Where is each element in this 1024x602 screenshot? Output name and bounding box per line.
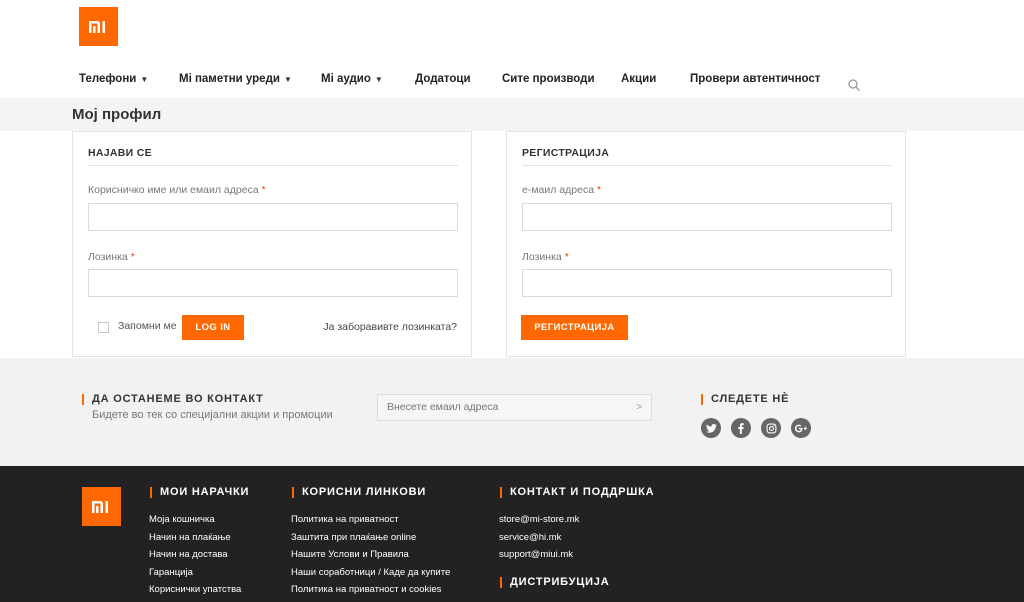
username-label-text: Корисничко име или емаил адреса bbox=[88, 184, 259, 196]
chevron-down-icon: ▼ bbox=[140, 74, 149, 84]
nav-item-label: Телефони bbox=[79, 73, 137, 85]
divider bbox=[522, 165, 892, 166]
newsletter-placeholder: Внесете емаил адреса bbox=[387, 401, 499, 413]
footer-link[interactable]: Заштита при плаќање online bbox=[291, 532, 416, 543]
footer-link[interactable]: Политика на приватност и cookies bbox=[291, 584, 441, 595]
mi-logo[interactable] bbox=[79, 7, 118, 46]
newsletter-subtitle: Бидете во тек со специјални акции и пром… bbox=[92, 409, 333, 421]
password-label: Лозинка * bbox=[88, 251, 135, 263]
facebook-glyph bbox=[738, 422, 744, 434]
nav-item-smart-devices[interactable]: Mi паметни уреди ▼ bbox=[179, 73, 292, 85]
register-email-input[interactable] bbox=[522, 203, 892, 231]
footer-link[interactable]: Наши соработници / Каде да купите bbox=[291, 567, 450, 578]
nav-item-label: Mi паметни уреди bbox=[179, 73, 280, 85]
footer-link[interactable]: Кориснички упатства bbox=[149, 584, 241, 595]
google-plus-glyph bbox=[795, 424, 807, 432]
login-panel: НАЈАВИ СЕ Корисничко име или емаил адрес… bbox=[72, 131, 472, 357]
password-input[interactable] bbox=[88, 269, 458, 297]
required-mark: * bbox=[597, 184, 602, 196]
nav-item-label: Mi аудио bbox=[321, 73, 371, 85]
register-title: РЕГИСТРАЦИЈА bbox=[522, 147, 610, 159]
footer-link[interactable]: Нашите Услови и Правила bbox=[291, 549, 409, 560]
register-button[interactable]: РЕГИСТРАЦИЈА bbox=[521, 315, 628, 340]
footer-contact-title: КОНТАКТ И ПОДДРШКА bbox=[500, 486, 654, 498]
newsletter-email-input[interactable]: Внесете емаил адреса > bbox=[377, 394, 652, 421]
username-label: Корисничко име или емаил адреса * bbox=[88, 184, 266, 196]
register-password-input[interactable] bbox=[522, 269, 892, 297]
login-button[interactable]: LOG IN bbox=[182, 315, 244, 340]
username-input[interactable] bbox=[88, 203, 458, 231]
main-nav: Телефони ▼ Mi паметни уреди ▼ Mi аудио ▼… bbox=[0, 73, 1024, 91]
nav-item-promotions[interactable]: Акции bbox=[621, 73, 656, 85]
nav-item-audio[interactable]: Mi аудио ▼ bbox=[321, 73, 383, 85]
footer-useful-links-title: КОРИСНИ ЛИНКОВИ bbox=[292, 486, 426, 498]
facebook-icon[interactable] bbox=[731, 418, 751, 438]
register-panel: РЕГИСТРАЦИЈА е-маил адреса * Лозинка * РЕГ… bbox=[506, 131, 906, 357]
newsletter-section: ДА ОСТАНЕМЕ ВО КОНТАКТ Бидете во тек со … bbox=[0, 358, 1024, 466]
footer-link[interactable]: Моја кошничка bbox=[149, 514, 215, 525]
nav-item-label: Сите производи bbox=[502, 73, 595, 85]
password-label-text: Лозинка bbox=[522, 251, 562, 263]
remember-me-checkbox[interactable] bbox=[98, 322, 109, 333]
site-footer: МОИ НАРАЧКИ Моја кошничка Начин на плаќа… bbox=[0, 466, 1024, 602]
required-mark: * bbox=[130, 251, 135, 263]
instagram-glyph bbox=[766, 423, 776, 433]
chevron-down-icon: ▼ bbox=[283, 74, 292, 84]
email-label-text: е-маил адреса bbox=[522, 184, 595, 196]
email-label: е-маил адреса * bbox=[522, 184, 601, 196]
required-mark: * bbox=[564, 251, 569, 263]
nav-item-all-products[interactable]: Сите производи bbox=[502, 73, 595, 85]
required-mark: * bbox=[261, 184, 266, 196]
twitter-glyph bbox=[705, 423, 717, 433]
mi-logo-mark bbox=[91, 500, 108, 513]
nav-item-authenticity[interactable]: Провери автентичност bbox=[690, 73, 820, 85]
google-plus-icon[interactable] bbox=[791, 418, 811, 438]
page-title: Мој профил bbox=[72, 106, 162, 123]
divider bbox=[88, 165, 458, 166]
footer-contact-link[interactable]: store@mi-store.mk bbox=[499, 514, 579, 525]
nav-item-label: Акции bbox=[621, 73, 657, 85]
chevron-down-icon: ▼ bbox=[374, 74, 383, 84]
footer-link[interactable]: Начин на плаќање bbox=[149, 532, 231, 543]
nav-item-label: Додатоци bbox=[415, 73, 471, 85]
nav-item-accessories[interactable]: Додатоци bbox=[415, 73, 471, 85]
footer-contact-link[interactable]: support@miui.mk bbox=[499, 549, 573, 560]
footer-link[interactable]: Гаранција bbox=[149, 567, 193, 578]
instagram-icon[interactable] bbox=[761, 418, 781, 438]
footer-mi-logo[interactable] bbox=[82, 487, 121, 526]
register-password-label: Лозинка * bbox=[522, 251, 569, 263]
footer-link[interactable]: Начин на достава bbox=[149, 549, 228, 560]
forgot-password-link[interactable]: Ја заборавивте лозинката? bbox=[323, 321, 457, 333]
footer-distribution-title: ДИСТРИБУЦИЈА bbox=[500, 576, 609, 588]
password-label-text: Лозинка bbox=[88, 251, 128, 263]
newsletter-title: ДА ОСТАНЕМЕ ВО КОНТАКТ bbox=[82, 393, 264, 405]
nav-item-label: Провери автентичност bbox=[690, 73, 821, 85]
login-title: НАЈАВИ СЕ bbox=[88, 147, 152, 159]
follow-us-title: СЛЕДЕТЕ НÈ bbox=[701, 393, 789, 405]
footer-orders-title: МОИ НАРАЧКИ bbox=[150, 486, 249, 498]
nav-item-phones[interactable]: Телефони ▼ bbox=[79, 73, 148, 85]
footer-contact-link[interactable]: service@hi.mk bbox=[499, 532, 561, 543]
search-icon[interactable] bbox=[847, 78, 861, 92]
submit-arrow-icon[interactable]: > bbox=[636, 395, 642, 420]
footer-link[interactable]: Политика на приватност bbox=[291, 514, 399, 525]
twitter-icon[interactable] bbox=[701, 418, 721, 438]
remember-me-label: Запомни ме bbox=[118, 320, 177, 332]
mi-logo-mark bbox=[88, 20, 105, 33]
